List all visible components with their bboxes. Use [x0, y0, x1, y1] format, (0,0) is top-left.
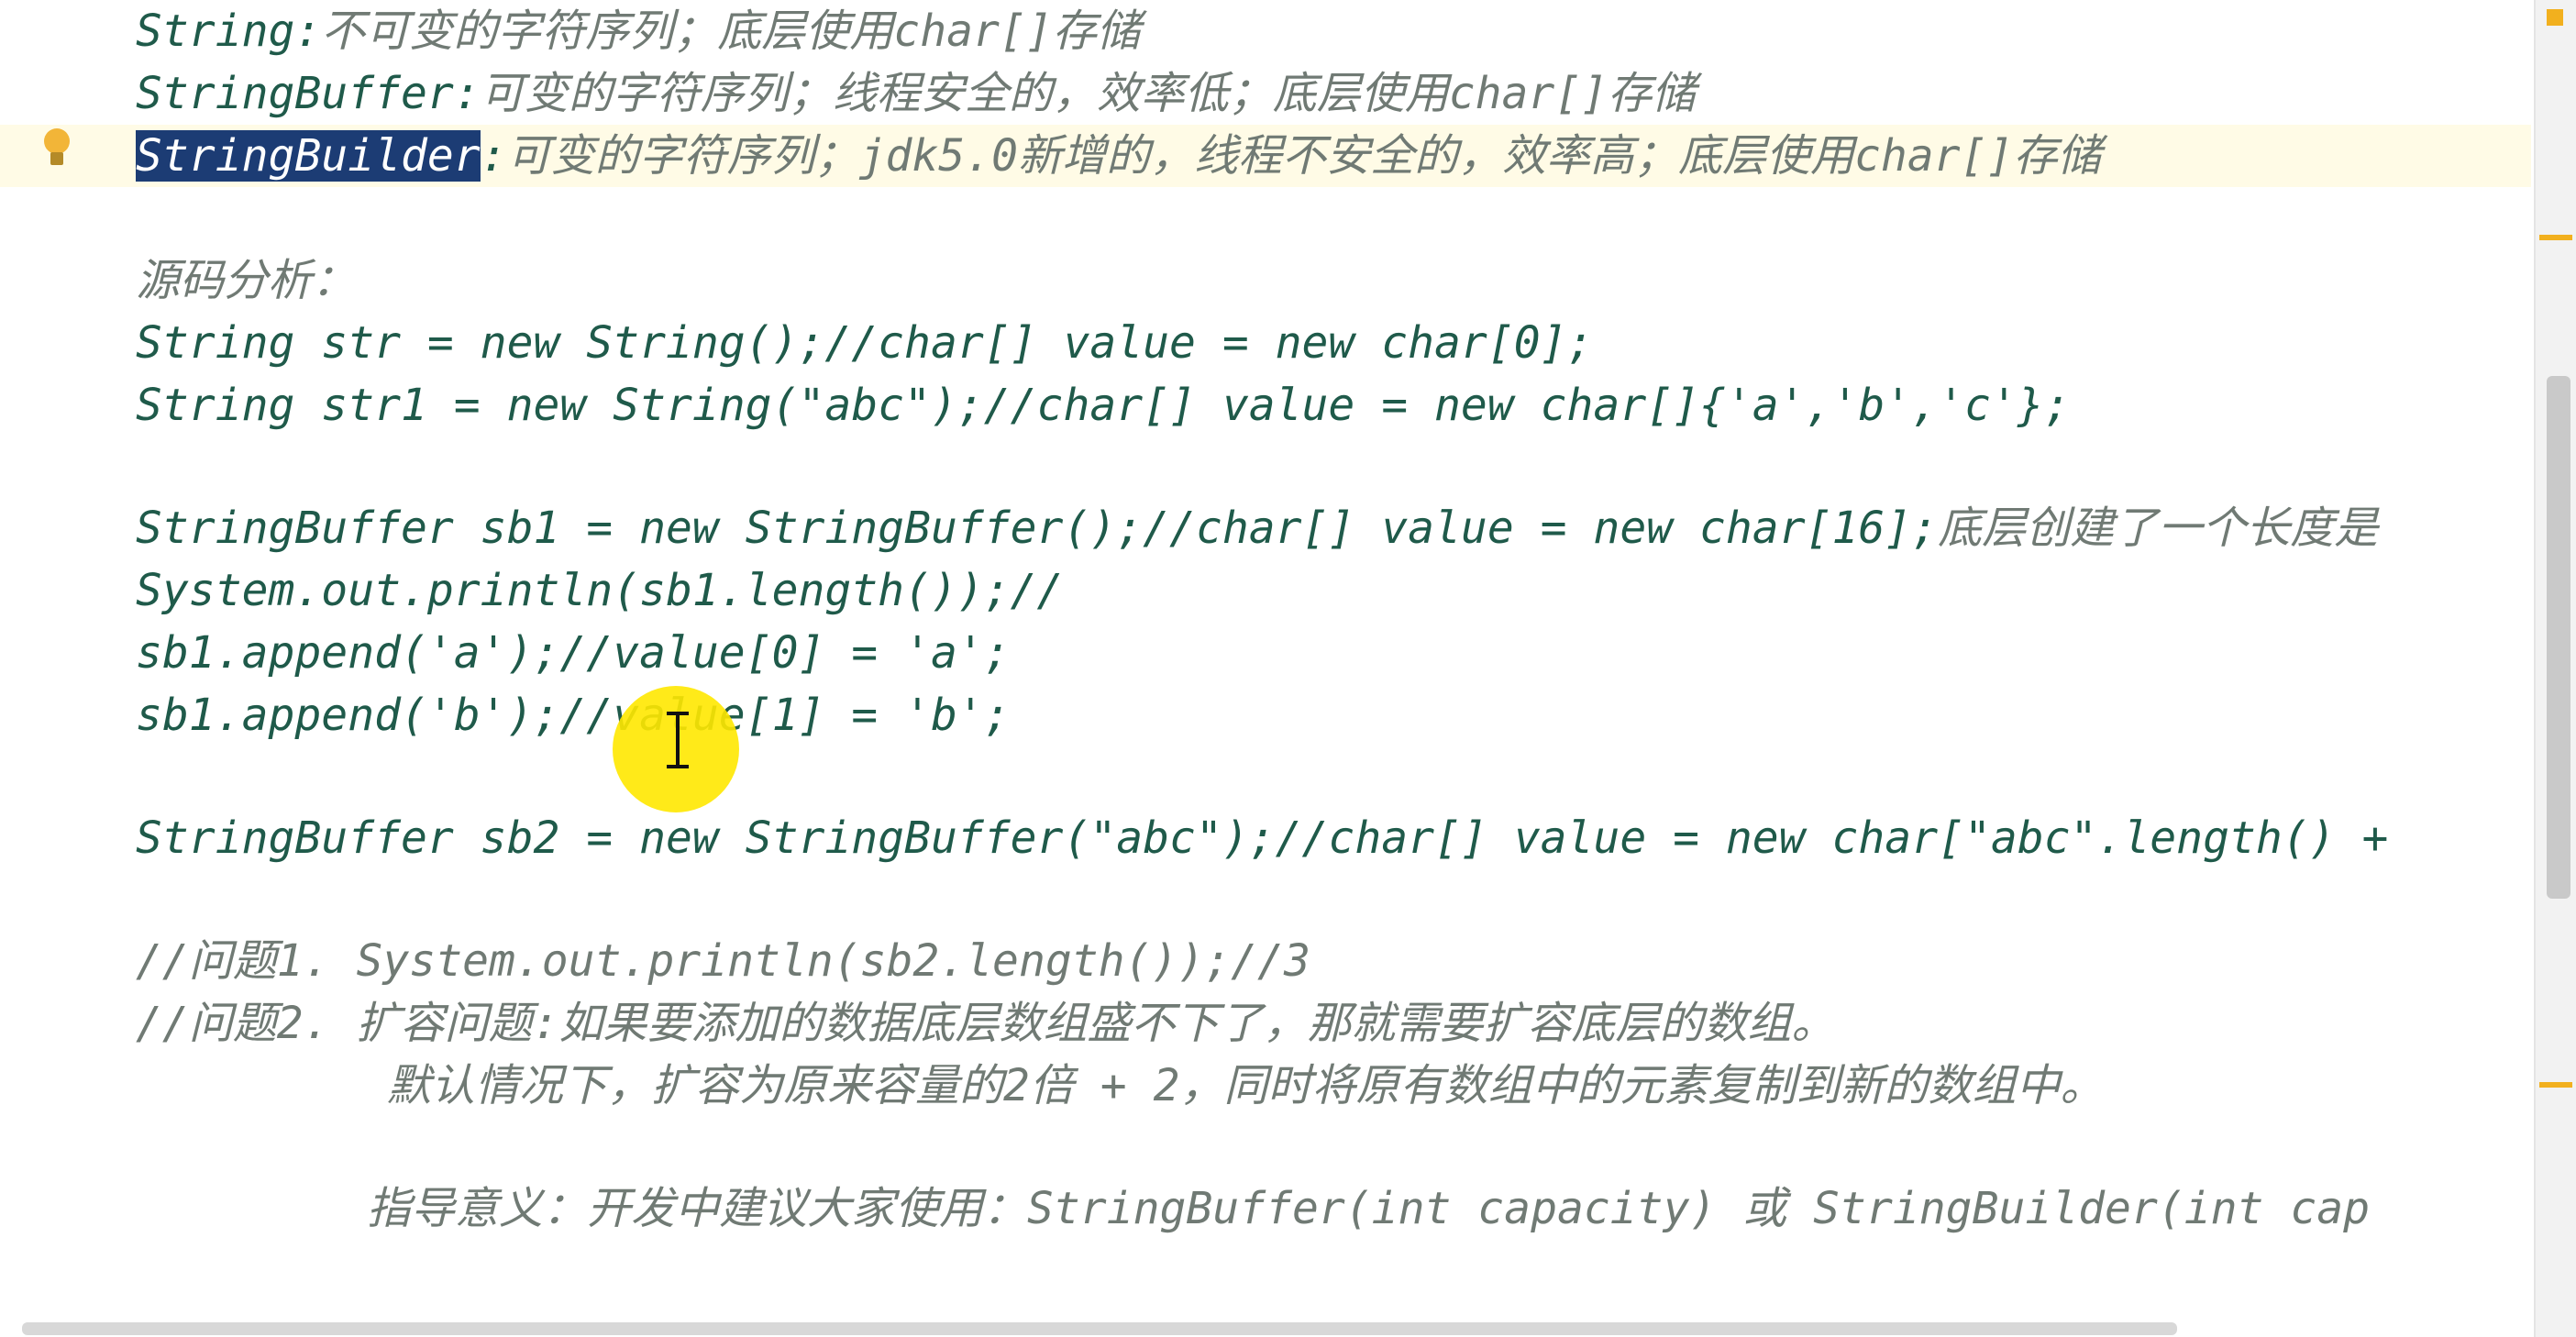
scrollbar-marker[interactable]: [2539, 235, 2572, 240]
code-line[interactable]: String:不可变的字符序列；底层使用char[]存储: [136, 0, 1141, 62]
code-text: sb1.append('a');//value[0] = 'a';: [136, 627, 1011, 679]
selected-text[interactable]: StringBuilder: [136, 130, 481, 182]
comment-text: 不可变的字符序列；底层使用char[]存储: [321, 6, 1141, 57]
code-text: StringBuffer sb2 = new StringBuffer("abc…: [136, 812, 2389, 864]
code-text: String str = new String();//char[] value…: [136, 317, 1594, 369]
code-line[interactable]: StringBuffer sb1 = new StringBuffer();//…: [136, 497, 2378, 559]
code-line[interactable]: String str1 = new String("abc");//char[]…: [136, 374, 2071, 436]
code-line[interactable]: StringBuffer sb2 = new StringBuffer("abc…: [136, 807, 2388, 869]
text-cursor-icon: [664, 712, 691, 770]
comment-text: //问题1. System.out.println(sb2.length());…: [136, 935, 1310, 987]
code-line[interactable]: StringBuffer:可变的字符序列；线程安全的，效率低；底层使用char[…: [136, 62, 1696, 125]
code-line[interactable]: 默认情况下，扩容为原来容量的2倍 + 2，同时将原有数组中的元素复制到新的数组中…: [387, 1055, 2105, 1117]
comment-text: 默认情况下，扩容为原来容量的2倍 + 2，同时将原有数组中的元素复制到新的数组中…: [387, 1060, 2105, 1111]
code-line[interactable]: //问题1. System.out.println(sb2.length());…: [136, 930, 1310, 992]
code-text: sb1.append('b');//value[1] = 'b';: [136, 690, 1011, 741]
code-text: :: [480, 130, 507, 182]
code-line[interactable]: sb1.append('a');//value[0] = 'a';: [136, 622, 1011, 684]
comment-text: //问题2. 扩容问题:如果要添加的数据底层数组盛不下了，那就需要扩容底层的数组…: [136, 998, 1836, 1049]
comment-text: 可变的字符序列；线程安全的，效率低；底层使用char[]存储: [480, 68, 1697, 119]
scrollbar-marker[interactable]: [2539, 1082, 2572, 1088]
code-text: String str1 = new String("abc");//char[]…: [136, 380, 2071, 431]
code-line[interactable]: 指导意义：开发中建议大家使用：StringBuffer(int capacity…: [367, 1177, 2370, 1240]
vertical-scrollbar[interactable]: [2534, 0, 2576, 1337]
code-line[interactable]: String str = new String();//char[] value…: [136, 312, 1593, 374]
lightbulb-glass: [44, 128, 70, 154]
comment-text: 底层创建了一个长度是: [1938, 503, 2379, 554]
code-line-current[interactable]: StringBuilder:可变的字符序列；jdk5.0新增的，线程不安全的，效…: [136, 125, 2101, 187]
code-line[interactable]: //问题2. 扩容问题:如果要添加的数据底层数组盛不下了，那就需要扩容底层的数组…: [136, 992, 1835, 1055]
comment-text: 指导意义：开发中建议大家使用：StringBuffer(int capacity…: [367, 1183, 2371, 1234]
code-editor[interactable]: String:不可变的字符序列；底层使用char[]存储 StringBuffe…: [0, 0, 2576, 1337]
code-text: StringBuffer:: [136, 68, 481, 119]
comment-text: 可变的字符序列；jdk5.0新增的，线程不安全的，效率高；底层使用char[]存…: [506, 130, 2102, 182]
ibeam-stem: [676, 715, 680, 767]
code-line[interactable]: 源码分析：: [136, 249, 356, 312]
lightbulb-icon[interactable]: [44, 128, 70, 169]
vertical-scrollbar-thumb[interactable]: [2547, 376, 2570, 899]
ibeam-bottom: [667, 765, 689, 768]
horizontal-scrollbar-thumb[interactable]: [22, 1322, 2177, 1335]
editor-gutter: [0, 0, 110, 1337]
code-line[interactable]: sb1.append('b');//value[1] = 'b';: [136, 684, 1011, 746]
lightbulb-base: [50, 152, 63, 165]
comment-text: 源码分析：: [136, 255, 357, 306]
inspection-status-icon[interactable]: [2547, 9, 2563, 26]
code-text: String:: [136, 6, 322, 57]
code-text: System.out.println(sb1.length());//: [136, 565, 1064, 616]
code-line[interactable]: System.out.println(sb1.length());//: [136, 559, 1063, 622]
code-text: StringBuffer sb1 = new StringBuffer();//…: [136, 503, 1939, 554]
